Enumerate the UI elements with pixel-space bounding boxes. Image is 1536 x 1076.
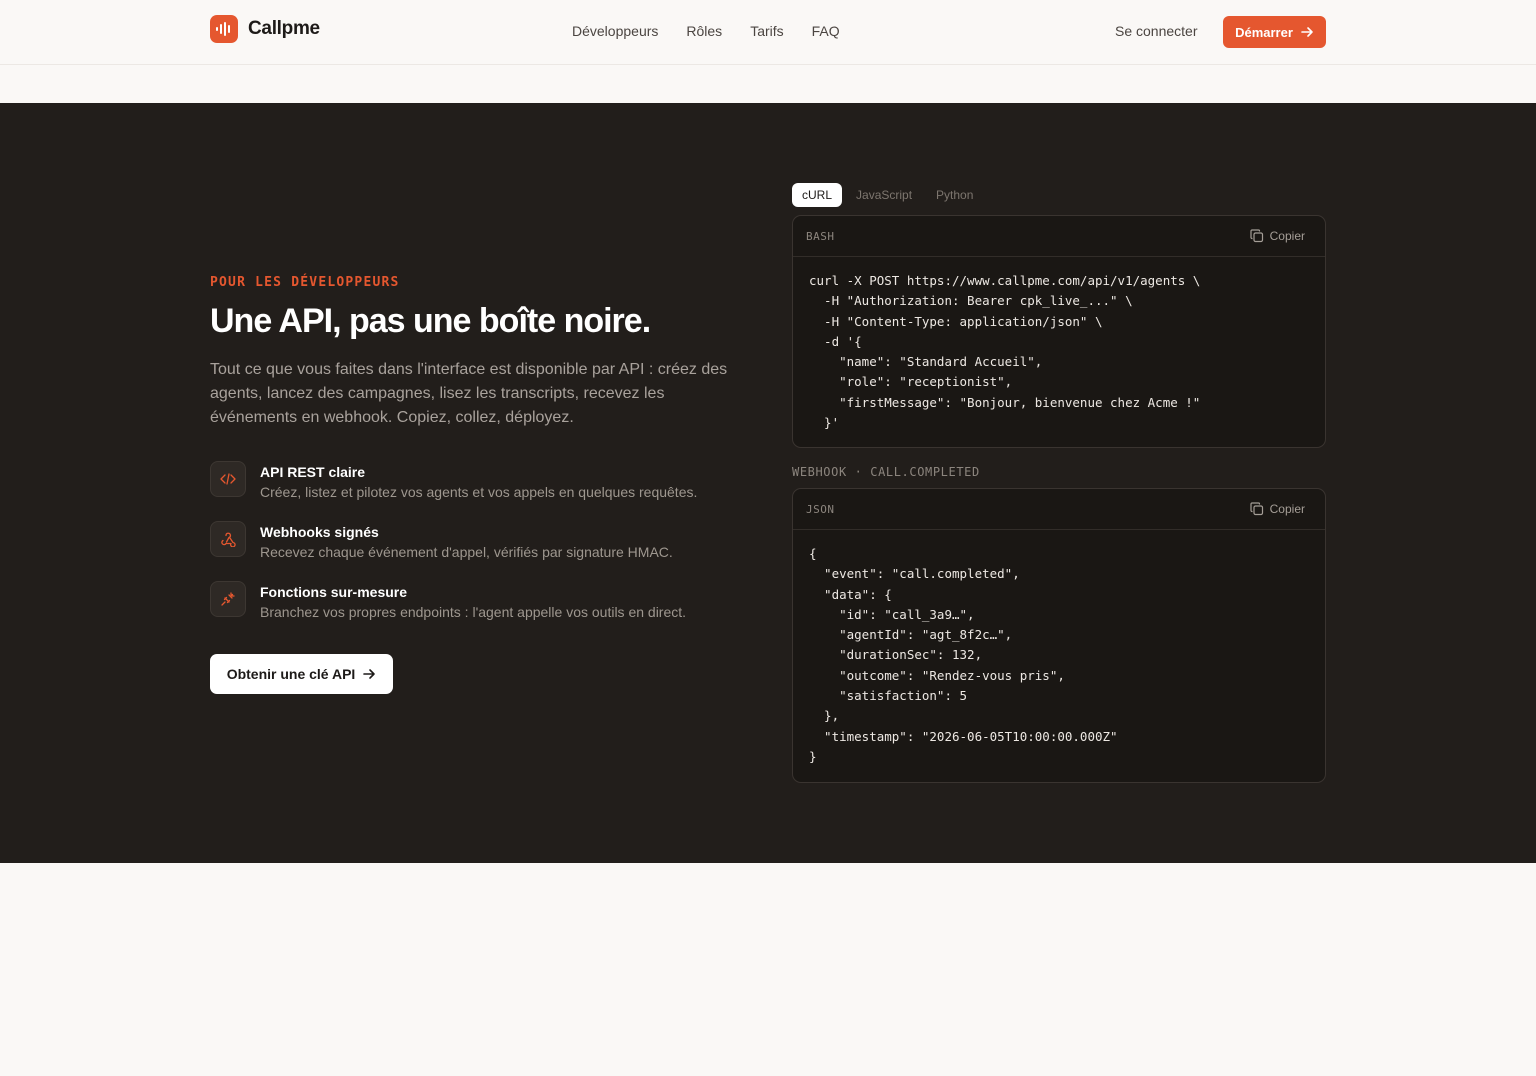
webhook-code-block: { "event": "call.completed", "data": { "… bbox=[809, 546, 1118, 764]
nav-item-developpeurs[interactable]: Développeurs bbox=[572, 23, 658, 39]
nav-item-roles[interactable]: Rôles bbox=[686, 23, 722, 39]
soundwave-logo-icon bbox=[210, 15, 238, 43]
get-api-key-button[interactable]: Obtenir une clé API bbox=[210, 654, 393, 694]
feature-title: Webhooks signés bbox=[260, 524, 379, 540]
signin-link[interactable]: Se connecter bbox=[1115, 23, 1198, 39]
language-tabs: cURL JavaScript Python bbox=[792, 183, 983, 207]
feature-description: Recevez chaque événement d'appel, vérifi… bbox=[260, 544, 673, 560]
code-icon bbox=[210, 461, 246, 497]
brand-logo[interactable]: Callpme bbox=[210, 15, 320, 43]
feature-title: Fonctions sur-mesure bbox=[260, 584, 408, 600]
copy-button[interactable]: Copier bbox=[1250, 502, 1305, 516]
tab-python[interactable]: Python bbox=[926, 183, 983, 207]
main-nav: Développeurs Rôles Tarifs FAQ bbox=[572, 23, 840, 39]
feature-item: Webhooks signés Recevez chaque événement… bbox=[210, 521, 730, 561]
arrow-right-icon bbox=[363, 669, 376, 679]
tab-curl[interactable]: cURL bbox=[792, 183, 843, 207]
section-title: Une API, pas une boîte noire. bbox=[210, 302, 651, 340]
get-api-key-label: Obtenir une clé API bbox=[226, 666, 356, 682]
nav-item-faq[interactable]: FAQ bbox=[812, 23, 840, 39]
copy-label: Copier bbox=[1269, 502, 1305, 516]
feature-description: Branchez vos propres endpoints : l'agent… bbox=[260, 604, 687, 620]
start-button-label: Démarrer bbox=[1235, 24, 1293, 40]
copy-label: Copier bbox=[1269, 229, 1305, 243]
nav-item-tarifs[interactable]: Tarifs bbox=[750, 23, 783, 39]
brand-name: Callpme bbox=[248, 18, 320, 39]
webhook-code-card: JSON Copier { "event": "call.completed",… bbox=[792, 488, 1326, 783]
feature-item: Fonctions sur-mesure Branchez vos propre… bbox=[210, 581, 730, 621]
webhook-label: WEBHOOK · CALL.COMPLETED bbox=[792, 465, 980, 479]
tab-javascript[interactable]: JavaScript bbox=[846, 183, 922, 207]
request-code-block: curl -X POST https://www.callpme.com/api… bbox=[809, 273, 1201, 431]
section-lead: Tout ce que vous faites dans l'interface… bbox=[210, 361, 728, 426]
feature-item: API REST claire Créez, listez et pilotez… bbox=[210, 461, 730, 501]
site-header: Callpme Développeurs Rôles Tarifs FAQ Se… bbox=[0, 0, 1536, 65]
copy-icon bbox=[1250, 502, 1263, 516]
webhook-icon bbox=[210, 521, 246, 557]
feature-description: Créez, listez et pilotez vos agents et v… bbox=[260, 484, 698, 500]
code-card-header: BASH Copier bbox=[793, 216, 1325, 257]
plug-icon bbox=[210, 581, 246, 617]
code-card-header: JSON Copier bbox=[793, 489, 1325, 530]
copy-icon bbox=[1250, 229, 1263, 243]
arrow-right-icon bbox=[1301, 27, 1313, 37]
code-language: BASH bbox=[806, 229, 835, 243]
request-code-card: BASH Copier curl -X POST https://www.cal… bbox=[792, 215, 1326, 448]
code-language: JSON bbox=[806, 502, 835, 516]
copy-button[interactable]: Copier bbox=[1250, 229, 1305, 243]
feature-title: API REST claire bbox=[260, 464, 366, 480]
start-button[interactable]: Démarrer bbox=[1223, 16, 1326, 48]
section-eyebrow: POUR LES DÉVELOPPEURS bbox=[210, 275, 400, 290]
